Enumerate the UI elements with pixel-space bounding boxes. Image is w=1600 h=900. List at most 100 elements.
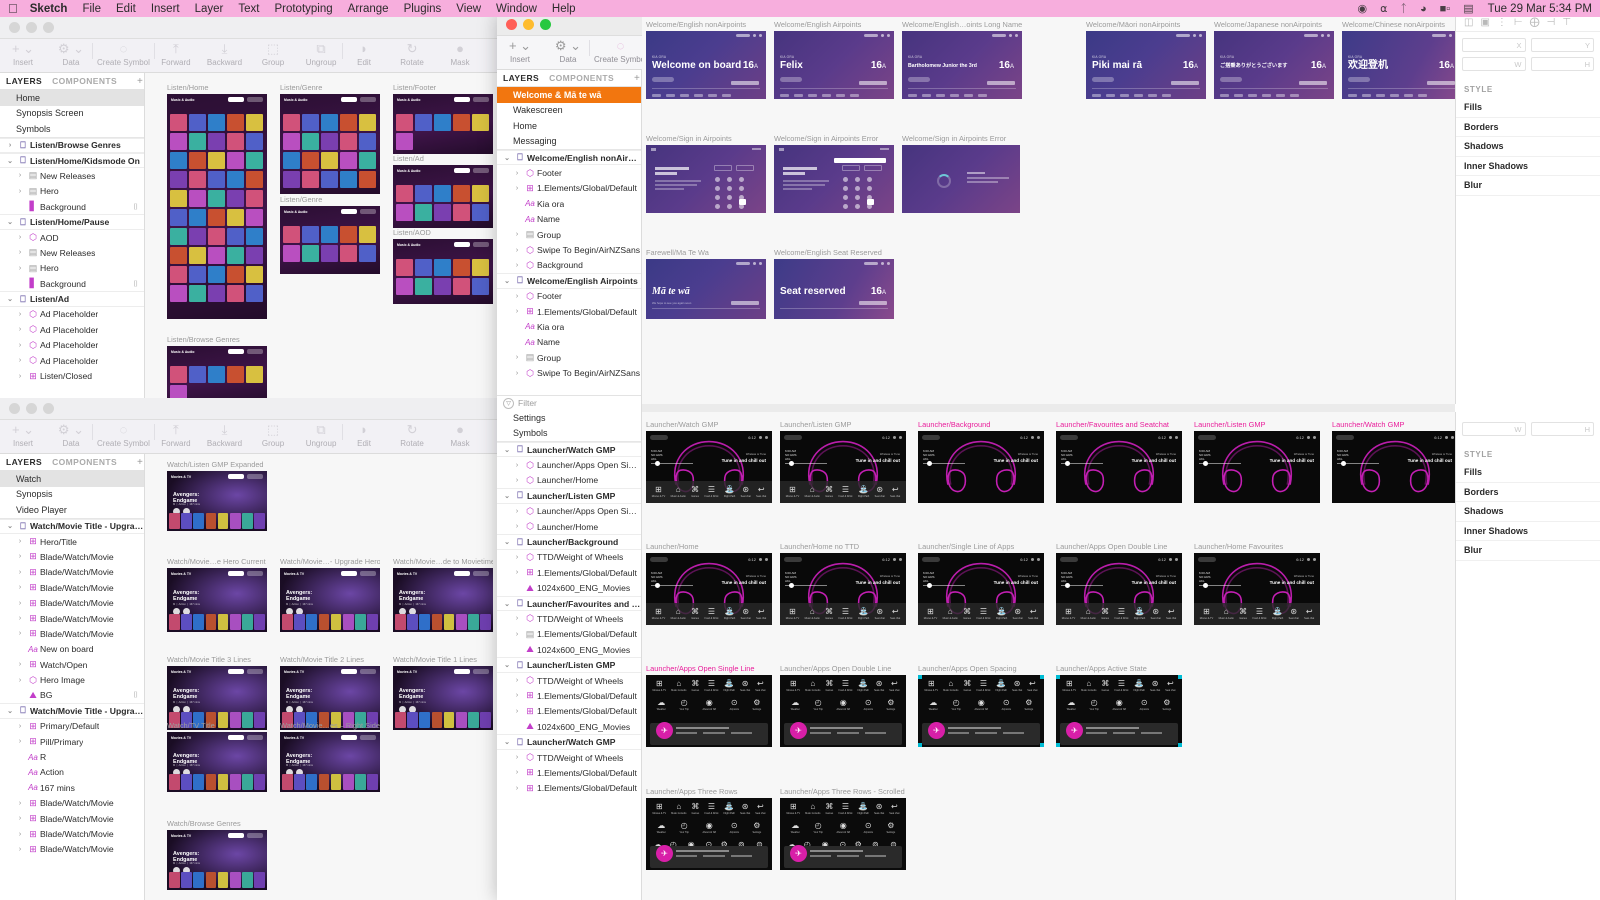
primary-button[interactable]	[454, 97, 470, 102]
album-tile[interactable]	[189, 133, 206, 150]
height-field-global-bottom[interactable]: H	[1530, 422, 1594, 436]
progress-slider[interactable]	[785, 461, 827, 467]
artboard[interactable]: Launcher/Apps Three Rows ⊞ Movies & TV ⌂ Mus…	[646, 787, 772, 870]
app-icon-item[interactable]: ⌘ Games	[1239, 608, 1247, 621]
chevron-right-icon[interactable]: ›	[511, 293, 523, 300]
layer-row[interactable]: ⌄ ⎕ Launcher/Watch GMP	[497, 734, 641, 750]
secondary-button[interactable]	[473, 571, 489, 576]
album-tile[interactable]	[283, 171, 300, 188]
poster-tile[interactable]	[455, 614, 467, 630]
chevron-right-icon[interactable]: ›	[511, 247, 523, 254]
app-icon-item[interactable]: ◉About Air NZ	[1112, 699, 1126, 712]
chevron-right-icon[interactable]: ›	[511, 354, 523, 361]
skip-link[interactable]	[752, 148, 761, 150]
artboard-canvas[interactable]: Music & Audio	[280, 206, 380, 274]
poster-tile[interactable]	[242, 614, 253, 630]
distribute-v-icon[interactable]: ⊣	[1547, 17, 1556, 28]
artboard-label[interactable]: Welcome/Māori nonAirpoints	[1086, 20, 1206, 29]
menu-help[interactable]: Help	[552, 3, 576, 15]
primary-button[interactable]	[228, 349, 244, 354]
artboard-label[interactable]: Watch/Listen GMP Expanded	[167, 460, 267, 469]
artboard-canvas[interactable]: Movies & TV Avengers: Endgame M | Action | …	[393, 666, 493, 730]
poster-tile[interactable]	[306, 774, 318, 790]
app-header[interactable]: Movies & TV	[171, 474, 263, 479]
artboard[interactable]: Watch/Browse Genres Movies & TV Avengers: E…	[167, 819, 267, 890]
artboard-label[interactable]: Welcome/Sign in Airpoints Error	[774, 134, 894, 143]
layer-row[interactable]: › ⬡ Footer	[497, 289, 641, 304]
progress-slider[interactable]	[1199, 583, 1241, 589]
layer-row[interactable]: › ⊞ Blade/Watch/Movie	[0, 626, 144, 641]
album-tile[interactable]	[415, 259, 432, 276]
poster-strip[interactable]	[169, 614, 265, 630]
toolbar-create-symbol-button[interactable]: ◌ Create Symbol	[97, 39, 150, 67]
chevron-right-icon[interactable]: ›	[14, 661, 26, 668]
layer-row[interactable]: ›⬡Launcher/Apps Open Single…	[497, 457, 641, 472]
app-dock[interactable]: ⊞ Movies & TV ⌂ Music & Audio ⌘ Games ☰ Food & …	[780, 603, 906, 625]
layer-row[interactable]: › ▤ Group	[497, 350, 641, 365]
app-row[interactable]: ☁Weather◴Your Trip◉About Air NZ⊙Airpoint…	[650, 822, 768, 835]
artboard[interactable]: Launcher/Favourites and Seatchat 6:12 6:00…	[1056, 420, 1182, 503]
album-tile[interactable]	[246, 228, 263, 245]
app-icon-item[interactable]: ↩ Seat chat	[890, 486, 900, 499]
album-tile[interactable]	[359, 152, 376, 169]
album-tile[interactable]	[340, 133, 357, 150]
album-tile[interactable]	[396, 185, 413, 202]
poster-tile[interactable]	[330, 774, 342, 790]
artboard[interactable]: Welcome/English Seat Reserved Seat reserv…	[774, 248, 894, 319]
notice-banner[interactable]: ✈	[1060, 722, 1178, 745]
chevron-down-icon[interactable]: ⌄	[4, 707, 16, 715]
now-playing-pill[interactable]	[1198, 557, 1216, 562]
artboard-label[interactable]: Welcome/English nonAirpoints	[646, 20, 766, 29]
album-tile[interactable]	[208, 133, 225, 150]
artboard[interactable]: Launcher/Apps Active State ⊞ Movies & TV ⌂ M…	[1056, 664, 1182, 747]
layer-row[interactable]: ▋ Background ⌷	[0, 276, 144, 291]
chevron-down-icon[interactable]: ⌄	[4, 157, 16, 165]
app-header[interactable]: Movies & TV	[284, 735, 376, 740]
width-field-global-bottom[interactable]: W	[1462, 422, 1526, 436]
artboard[interactable]: Listen/Ad Music & Audio	[393, 154, 493, 228]
album-tile[interactable]	[434, 259, 451, 276]
chevron-right-icon[interactable]: ›	[14, 342, 26, 349]
launcher-top-left[interactable]	[784, 557, 802, 562]
canvas-global-top[interactable]: Welcome/English nonAirpoints KIA ORA Welco…	[642, 14, 1455, 404]
width-field-global-top[interactable]: W	[1462, 57, 1526, 71]
album-tile[interactable]	[170, 152, 187, 169]
app-row[interactable]: ⊞ Movies & TV ⌂ Music & Audio ⌘ Games ☰ Food & …	[784, 803, 902, 816]
album-tile[interactable]	[246, 190, 263, 207]
layer-row[interactable]: › ⬡ Background	[497, 258, 641, 273]
app-icon-item[interactable]: ☰ Food & Drink	[705, 803, 719, 816]
album-tile[interactable]	[170, 285, 187, 302]
artboard-canvas[interactable]	[646, 145, 766, 213]
notice-banner[interactable]: ✈	[650, 845, 768, 868]
chevron-right-icon[interactable]: ›	[14, 630, 26, 637]
traffic-lights-movies[interactable]	[0, 403, 54, 414]
album-tile[interactable]	[189, 114, 206, 131]
album-tile[interactable]	[170, 247, 187, 264]
traffic-lights-music[interactable]	[0, 22, 54, 33]
poster-strip[interactable]	[395, 614, 491, 630]
artboard-label[interactable]: Listen/AOD	[393, 228, 493, 237]
artboard[interactable]: Listen/Home Music & Audio	[167, 83, 267, 319]
app-icon-item[interactable]: ⌘ Games	[691, 680, 699, 693]
artboard-canvas[interactable]: Music & Audio	[167, 346, 267, 402]
app-icon-item[interactable]: ↩ Seat chat	[756, 608, 766, 621]
chevron-right-icon[interactable]: ›	[511, 508, 523, 515]
artboard[interactable]: Welcome/Japanese nonAirpoints KIA ORA ご搭乗あ…	[1214, 20, 1334, 99]
layer-list-music[interactable]: › ⎕ Listen/Browse Genres ⌄ ⎕ Listen/Home/Kids…	[0, 137, 144, 403]
artboard[interactable]: Watch/Movie…de to Movietime Movies & TV Av…	[393, 557, 493, 632]
album-tile[interactable]	[359, 171, 376, 188]
app-icon-item[interactable]: ☁Weather	[657, 822, 666, 835]
app-icon-item[interactable]: ⌘ Games	[691, 803, 699, 816]
album-tile[interactable]	[434, 114, 451, 131]
welcome-cta-button[interactable]	[1348, 77, 1370, 82]
app-icon-item[interactable]: ⌘ Games	[963, 680, 971, 693]
minimize-button-global[interactable]	[523, 19, 534, 30]
album-tile[interactable]	[434, 278, 451, 295]
chevron-right-icon[interactable]: ›	[511, 615, 523, 622]
app-icon-item[interactable]: ☰ Food & Drink	[704, 608, 718, 621]
chevron-down-icon[interactable]: ⌄	[501, 538, 513, 546]
notice-banner[interactable]: ✈	[922, 722, 1040, 745]
layer-row[interactable]: › ⊞ 1.Elements/Global/Default	[497, 688, 641, 703]
app-header[interactable]: Movies & TV	[171, 571, 263, 576]
artboard[interactable]: Launcher/Home no TTD 6:12 6:00 AM SO HRS AKL…	[780, 542, 906, 625]
